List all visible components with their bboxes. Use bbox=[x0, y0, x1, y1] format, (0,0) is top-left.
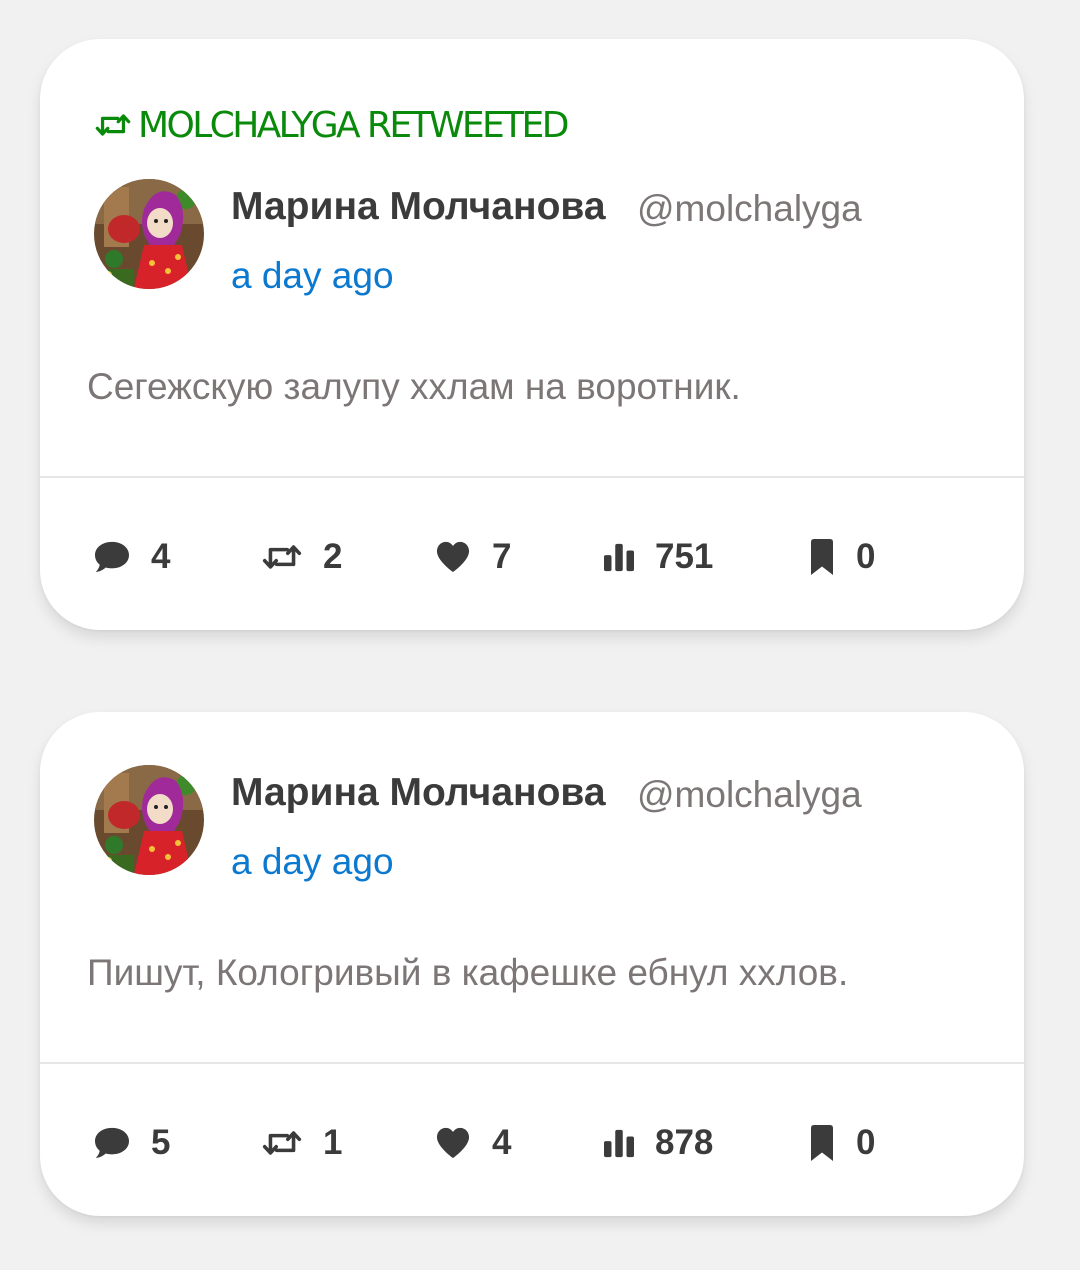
bookmark-icon bbox=[808, 1124, 836, 1162]
bookmark-button[interactable]: 0 bbox=[808, 527, 875, 587]
bookmark-button[interactable]: 0 bbox=[808, 1113, 875, 1173]
views-count: 878 bbox=[655, 1123, 714, 1162]
like-count: 7 bbox=[492, 537, 512, 576]
reply-button[interactable]: 4 bbox=[93, 527, 170, 587]
author-name[interactable]: Марина Молчанова bbox=[231, 771, 606, 815]
divider bbox=[40, 476, 1024, 478]
tweet-card[interactable]: Марина Молчанова @molchalyga a day ago П… bbox=[40, 712, 1024, 1216]
retweet-icon bbox=[261, 542, 303, 572]
retweet-button[interactable]: 1 bbox=[261, 1113, 342, 1173]
timestamp-link[interactable]: a day ago bbox=[231, 255, 394, 297]
retweet-banner-label: MOLCHALYGA RETWEETED bbox=[138, 104, 569, 146]
author-name[interactable]: Марина Молчанова bbox=[231, 185, 606, 229]
retweet-icon bbox=[261, 1128, 303, 1158]
bookmark-count: 0 bbox=[856, 537, 876, 576]
action-bar: 5 1 4 878 0 bbox=[40, 1113, 1024, 1173]
bar-chart-icon bbox=[603, 1128, 635, 1158]
heart-icon bbox=[434, 1126, 472, 1160]
reply-button[interactable]: 5 bbox=[93, 1113, 170, 1173]
retweet-icon bbox=[94, 110, 138, 140]
comment-icon bbox=[93, 1126, 131, 1160]
views-button[interactable]: 878 bbox=[603, 1113, 713, 1173]
action-bar: 4 2 7 751 0 bbox=[40, 527, 1024, 587]
avatar[interactable] bbox=[94, 179, 204, 289]
timestamp-link[interactable]: a day ago bbox=[231, 841, 394, 883]
author-row: Марина Молчанова @molchalyga a day ago bbox=[94, 765, 974, 882]
heart-icon bbox=[434, 540, 472, 574]
retweet-banner[interactable]: MOLCHALYGA RETWEETED bbox=[94, 104, 569, 146]
author-handle[interactable]: @molchalyga bbox=[637, 188, 862, 230]
like-button[interactable]: 4 bbox=[434, 1113, 511, 1173]
retweet-count: 1 bbox=[323, 1123, 343, 1162]
bar-chart-icon bbox=[603, 542, 635, 572]
comment-icon bbox=[93, 540, 131, 574]
author-row: Марина Молчанова @molchalyga a day ago bbox=[94, 179, 974, 296]
like-count: 4 bbox=[492, 1123, 512, 1162]
reply-count: 5 bbox=[151, 1123, 171, 1162]
views-count: 751 bbox=[655, 537, 714, 576]
author-handle[interactable]: @molchalyga bbox=[637, 774, 862, 816]
divider bbox=[40, 1062, 1024, 1064]
views-button[interactable]: 751 bbox=[603, 527, 713, 587]
retweet-count: 2 bbox=[323, 537, 343, 576]
avatar[interactable] bbox=[94, 765, 204, 875]
post-text: Пишут, Кологривый в кафешке ебнул ххлов. bbox=[87, 952, 849, 993]
tweet-card[interactable]: MOLCHALYGA RETWEETED Марина Молчанова @m… bbox=[40, 39, 1024, 630]
bookmark-count: 0 bbox=[856, 1123, 876, 1162]
bookmark-icon bbox=[808, 538, 836, 576]
reply-count: 4 bbox=[151, 537, 171, 576]
post-text: Сегежскую залупу ххлам на воротник. bbox=[87, 366, 741, 407]
retweet-button[interactable]: 2 bbox=[261, 527, 342, 587]
like-button[interactable]: 7 bbox=[434, 527, 511, 587]
